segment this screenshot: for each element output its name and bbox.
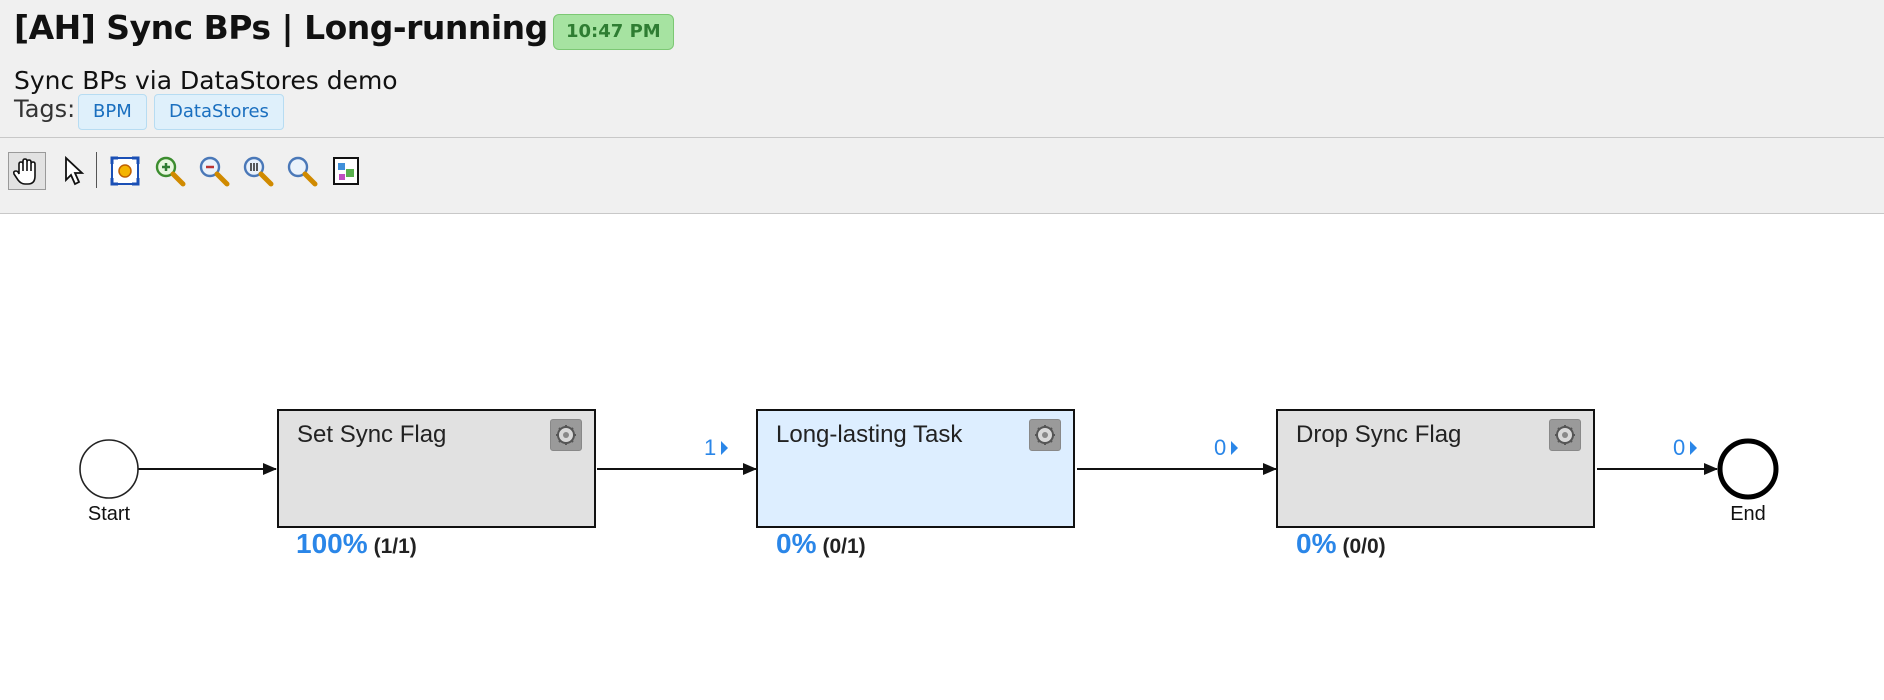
service-task-gear-icon (550, 419, 582, 451)
zoom-out-icon[interactable] (195, 152, 233, 190)
fit-to-window-icon[interactable] (106, 152, 144, 190)
time-badge: 10:47 PM (553, 14, 674, 50)
end-event (1717, 438, 1779, 500)
pan-hand-icon[interactable] (8, 152, 46, 190)
task-label: Drop Sync Flag (1296, 421, 1462, 448)
task-count: (0/0) (1342, 535, 1386, 558)
toolbar-separator (96, 152, 97, 188)
flow-count-2: 0 (1214, 435, 1227, 460)
task-percent: 0% (1296, 528, 1337, 559)
tag-bpm[interactable]: BPM (78, 94, 147, 130)
service-task-gear-icon (1029, 419, 1061, 451)
end-event-label: End (1730, 503, 1766, 525)
start-event-label: Start (87, 503, 131, 525)
zoom-actual-size-icon[interactable] (239, 152, 277, 190)
task-count: (1/1) (373, 535, 417, 558)
zoom-in-icon[interactable] (151, 152, 189, 190)
flow-count-marker (1231, 441, 1238, 455)
flow-count-1: 1 (704, 435, 717, 460)
process-header: [AH] Sync BPs | Long-running BP 10:47 PM… (0, 0, 1884, 138)
task-set-sync-flag[interactable]: Set Sync Flag (277, 409, 596, 528)
tags-label: Tags: (14, 95, 76, 123)
task-long-lasting-task[interactable]: Long-lasting Task (756, 409, 1075, 528)
task-progress-long-lasting-task: 0% (0/1) (776, 528, 866, 560)
flow-count-marker (1690, 441, 1697, 455)
diagram-toolbar (0, 138, 1884, 214)
task-percent: 0% (776, 528, 817, 559)
task-progress-drop-sync-flag: 0% (0/0) (1296, 528, 1386, 560)
page-title: [AH] Sync BPs | Long-running BP (14, 8, 608, 47)
task-percent: 100% (296, 528, 368, 559)
start-event (79, 439, 139, 499)
pointer-icon[interactable] (54, 152, 92, 190)
flow-count-marker (721, 441, 728, 455)
task-count: (0/1) (822, 535, 866, 558)
service-task-gear-icon (1549, 419, 1581, 451)
task-progress-set-sync-flag: 100% (1/1) (296, 528, 417, 560)
flow-count-3: 0 (1673, 435, 1686, 460)
zoom-area-icon[interactable] (283, 152, 321, 190)
page-subtitle: Sync BPs via DataStores demo (14, 66, 398, 95)
tag-datastores[interactable]: DataStores (154, 94, 284, 130)
overview-icon[interactable] (327, 152, 365, 190)
task-label: Set Sync Flag (297, 421, 447, 448)
task-drop-sync-flag[interactable]: Drop Sync Flag (1276, 409, 1595, 528)
task-label: Long-lasting Task (776, 421, 963, 448)
